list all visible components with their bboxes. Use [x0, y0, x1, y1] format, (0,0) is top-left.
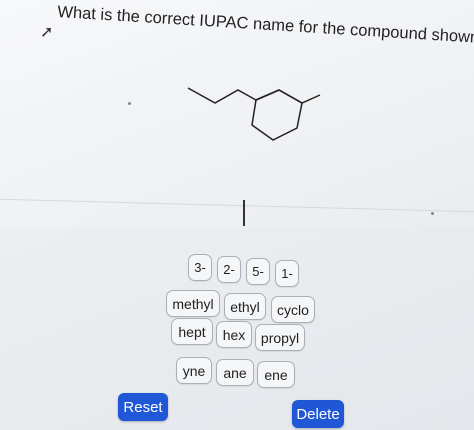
compound-structure [187, 87, 321, 141]
fragment-tile-hept[interactable]: hept [171, 318, 213, 345]
fragment-tile-cyclo[interactable]: cyclo [271, 296, 315, 323]
locant-tile-2[interactable]: 2- [217, 256, 241, 283]
fragment-tile-ene[interactable]: ene [257, 361, 295, 388]
answer-input-cursor[interactable] [243, 200, 245, 226]
delete-button[interactable]: Delete [292, 400, 344, 428]
fragment-tile-methyl[interactable]: methyl [166, 290, 220, 317]
screen-speck [128, 102, 131, 105]
fragment-tile-ane[interactable]: ane [216, 359, 254, 386]
reset-button[interactable]: Reset [118, 393, 168, 421]
mouse-pointer-icon: ➚ [40, 24, 54, 41]
locant-tile-3[interactable]: 3- [188, 254, 212, 281]
fragment-tile-ethyl[interactable]: ethyl [224, 293, 266, 320]
locant-tile-5[interactable]: 5- [246, 258, 270, 285]
fragment-tile-propyl[interactable]: propyl [255, 324, 305, 351]
fragment-tile-hex[interactable]: hex [216, 321, 252, 348]
locant-tile-1[interactable]: 1- [275, 260, 299, 287]
fragment-tile-yne[interactable]: yne [176, 357, 212, 384]
screen-speck [431, 212, 434, 215]
